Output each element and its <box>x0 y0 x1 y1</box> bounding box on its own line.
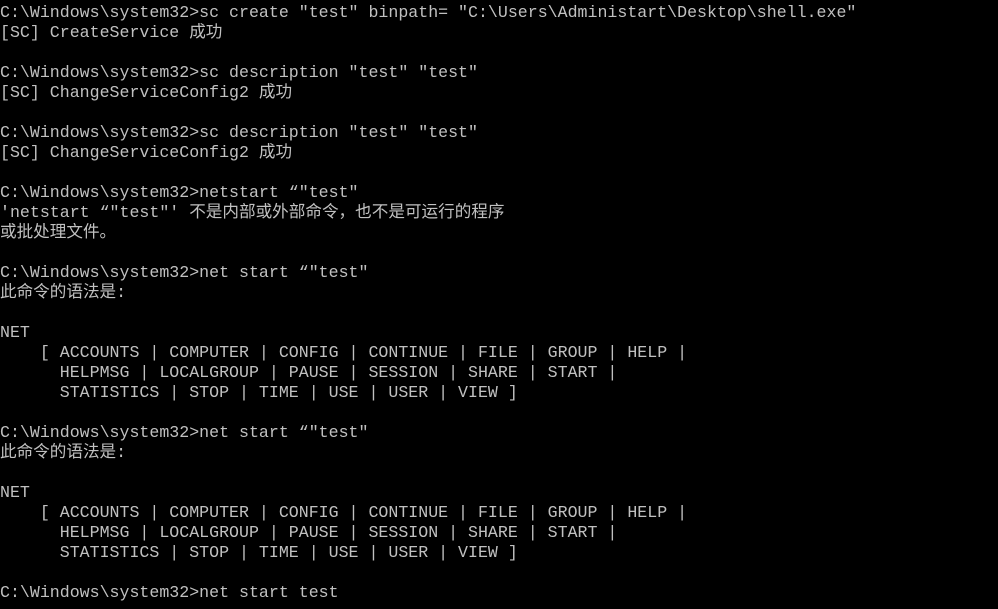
console-line: C:\Windows\system32>netstart “″test″ <box>0 183 359 202</box>
console-line: ′netstart “″test″′ 不是内部或外部命令，也不是可运行的程序 <box>0 203 505 222</box>
console-line: C:\Windows\system32>net start “″test″ <box>0 263 369 282</box>
console-line: [SC] ChangeServiceConfig2 成功 <box>0 143 293 162</box>
console-line: STATISTICS | STOP | TIME | USE | USER | … <box>0 543 518 562</box>
console-line: [ ACCOUNTS | COMPUTER | CONFIG | CONTINU… <box>0 343 688 362</box>
console-line: NET <box>0 483 30 502</box>
console-line: 此命令的语法是: <box>0 283 127 302</box>
console-line: C:\Windows\system32>net start test <box>0 583 339 602</box>
console-line: 此命令的语法是: <box>0 443 127 462</box>
console-line: C:\Windows\system32>net start “″test″ <box>0 423 369 442</box>
console-output[interactable]: C:\Windows\system32>sc create ″test″ bin… <box>0 3 998 603</box>
console-line: C:\Windows\system32>sc description ″test… <box>0 123 478 142</box>
console-line: C:\Windows\system32>sc create ″test″ bin… <box>0 3 857 22</box>
console-line: 或批处理文件。 <box>0 223 117 242</box>
console-line: HELPMSG | LOCALGROUP | PAUSE | SESSION |… <box>0 523 618 542</box>
console-line: [SC] ChangeServiceConfig2 成功 <box>0 83 293 102</box>
console-line: HELPMSG | LOCALGROUP | PAUSE | SESSION |… <box>0 363 618 382</box>
console-line: [SC] CreateService 成功 <box>0 23 223 42</box>
console-line: C:\Windows\system32>sc description ″test… <box>0 63 478 82</box>
console-line: STATISTICS | STOP | TIME | USE | USER | … <box>0 383 518 402</box>
console-line: [ ACCOUNTS | COMPUTER | CONFIG | CONTINU… <box>0 503 688 522</box>
console-line: NET <box>0 323 30 342</box>
